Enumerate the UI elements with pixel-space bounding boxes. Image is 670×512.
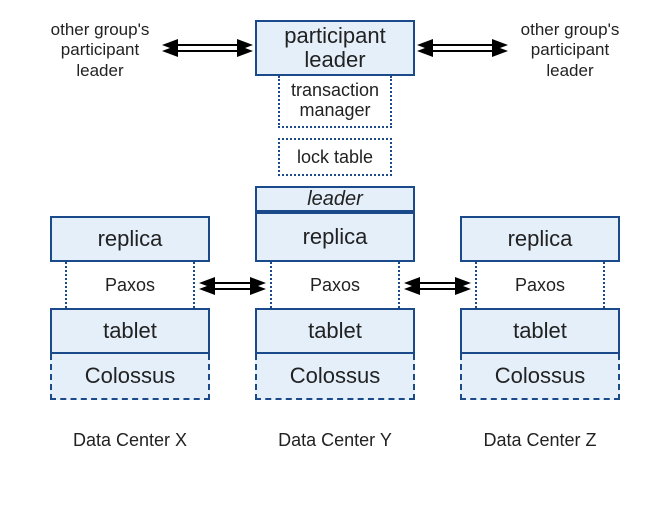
text: Colossus: [495, 363, 585, 389]
text: Paxos: [105, 275, 155, 296]
text: other group's: [51, 20, 150, 39]
arrow-paxos-x-y: [197, 276, 268, 296]
text: Data Center Z: [483, 430, 596, 450]
colossus-x-box: Colossus: [50, 354, 210, 400]
text: lock table: [297, 147, 373, 168]
text: leader: [307, 188, 363, 211]
text: replica: [98, 226, 163, 252]
text: tablet: [103, 318, 157, 344]
text: tablet: [308, 318, 362, 344]
datacenter-x-label: Data Center X: [50, 430, 210, 451]
text: Data Center Y: [278, 430, 392, 450]
tablet-x-box: tablet: [50, 308, 210, 354]
text: Colossus: [290, 363, 380, 389]
paxos-z-box: Paxos: [475, 262, 605, 308]
replica-x-box: replica: [50, 216, 210, 262]
datacenter-z-label: Data Center Z: [460, 430, 620, 451]
text: Paxos: [310, 275, 360, 296]
text: Colossus: [85, 363, 175, 389]
paxos-y-box: Paxos: [270, 262, 400, 308]
arrow-paxos-y-z: [402, 276, 473, 296]
text: leader: [546, 61, 593, 80]
tablet-y-box: tablet: [255, 308, 415, 354]
text: participant: [61, 40, 139, 59]
text: leader: [76, 61, 123, 80]
text: replica: [303, 224, 368, 250]
datacenter-y-label: Data Center Y: [255, 430, 415, 451]
text: replica: [508, 226, 573, 252]
leader-box: leader: [255, 186, 415, 212]
text: tablet: [513, 318, 567, 344]
participant-leader-box: participant leader: [255, 20, 415, 76]
replica-z-box: replica: [460, 216, 620, 262]
arrow-right-to-leader: [415, 38, 510, 58]
arrow-left-to-leader: [160, 38, 255, 58]
colossus-z-box: Colossus: [460, 354, 620, 400]
text: transaction: [291, 81, 379, 101]
text: other group's: [521, 20, 620, 39]
colossus-y-box: Colossus: [255, 354, 415, 400]
text: leader: [304, 48, 365, 72]
lock-table-box: lock table: [278, 138, 392, 176]
paxos-x-box: Paxos: [65, 262, 195, 308]
text: Data Center X: [73, 430, 187, 450]
text: Paxos: [515, 275, 565, 296]
other-group-left-label: other group's participant leader: [40, 20, 160, 81]
other-group-right-label: other group's participant leader: [510, 20, 630, 81]
text: manager: [299, 101, 370, 121]
transaction-manager-box: transaction manager: [278, 76, 392, 128]
replica-y-box: replica: [255, 212, 415, 262]
text: participant: [284, 24, 386, 48]
text: participant: [531, 40, 609, 59]
tablet-z-box: tablet: [460, 308, 620, 354]
